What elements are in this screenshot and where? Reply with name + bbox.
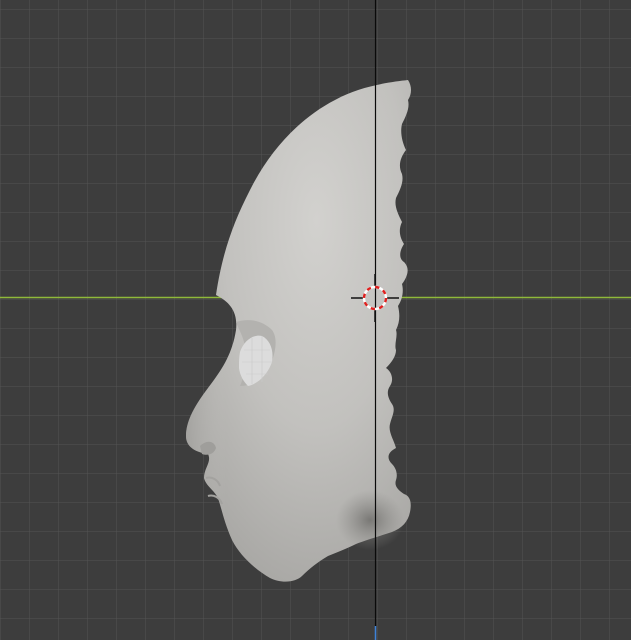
viewport-canvas bbox=[0, 0, 631, 640]
3d-viewport[interactable] bbox=[0, 0, 631, 640]
